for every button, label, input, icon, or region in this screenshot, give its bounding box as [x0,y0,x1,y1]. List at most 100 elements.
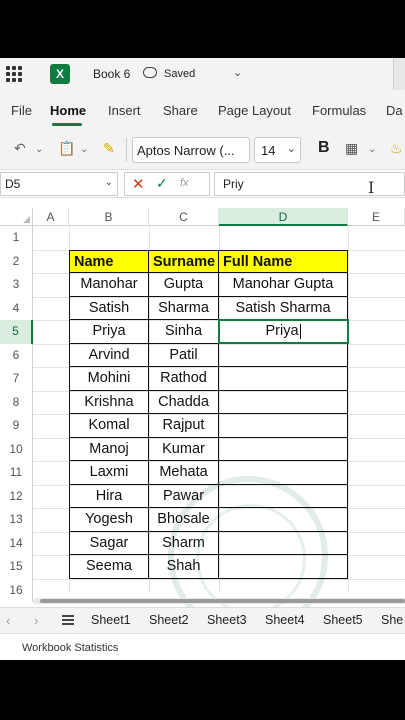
table-cell[interactable] [219,367,348,391]
table-header-cell[interactable]: Name [69,249,149,273]
table-cell[interactable]: Pawar [149,484,219,508]
tab-page-layout[interactable]: Page Layout [218,103,291,118]
row-header-12[interactable]: 12 [0,484,33,508]
row-header-14[interactable]: 14 [0,531,33,555]
table-cell[interactable]: Sharm [149,531,219,555]
table-cell[interactable]: Patil [149,343,219,367]
table-cell[interactable]: Mohini [69,367,149,391]
table-cell[interactable]: Yogesh [69,508,149,532]
table-header-cell[interactable]: Surname [149,249,219,273]
tab-share[interactable]: Share [163,103,198,118]
column-header-e[interactable]: E [348,208,405,226]
name-box[interactable]: D5 ⌄ [0,172,118,196]
table-cell[interactable] [219,461,348,485]
table-cell[interactable]: Seema [69,555,149,579]
insert-function-icon[interactable]: fx [180,177,189,189]
horizontal-scrollbar[interactable] [34,598,405,604]
column-header-a[interactable]: A [33,208,69,226]
row-header-9[interactable]: 9 [0,414,33,438]
table-cell[interactable]: Manohar Gupta [219,273,348,297]
spreadsheet-grid[interactable]: A B C D E 1 2 3 4 5 6 7 8 9 10 11 12 13 14 15 16 Name Su… [0,208,405,636]
table-cell[interactable]: Sharma [149,296,219,320]
workbook-name[interactable]: Book 6 [93,67,130,81]
undo-chevron-icon[interactable]: ⌄ [35,144,43,155]
tab-home[interactable]: Home [50,103,86,118]
row-header-16[interactable]: 16 [0,578,33,602]
table-cell[interactable]: Mehata [149,461,219,485]
chevron-down-icon[interactable]: ⌄ [233,66,242,79]
table-cell[interactable]: Laxmi [69,461,149,485]
table-cell[interactable]: Sinha [149,320,219,344]
cancel-icon[interactable]: ✕ [132,175,145,193]
table-cell[interactable]: Sagar [69,531,149,555]
tab-data[interactable]: Da [386,103,403,118]
table-cell[interactable] [219,390,348,414]
row-header-10[interactable]: 10 [0,437,33,461]
column-header-c[interactable]: C [149,208,219,226]
table-cell[interactable] [219,484,348,508]
row-header-7[interactable]: 7 [0,367,33,391]
paste-icon[interactable]: 📋 [58,140,75,157]
table-cell[interactable]: Bhosale [149,508,219,532]
format-painter-icon[interactable]: ✎ [103,140,115,157]
tab-insert[interactable]: Insert [108,103,141,118]
sheet-tab-sheet5[interactable]: Sheet5 [323,613,363,627]
font-size-select[interactable]: 14 ⌄ [254,137,301,163]
row-header-1[interactable]: 1 [0,226,33,250]
table-cell[interactable]: Rathod [149,367,219,391]
sheet-tab-sheet6[interactable]: She [381,613,403,627]
table-cell[interactable]: Arvind [69,343,149,367]
table-cell[interactable]: Hira [69,484,149,508]
scrollbar-thumb[interactable] [40,599,405,603]
tab-formulas[interactable]: Formulas [312,103,366,118]
undo-icon[interactable]: ↶ [14,140,26,157]
table-cell[interactable]: Rajput [149,414,219,438]
table-header-cell[interactable]: Full Name [219,249,348,273]
confirm-icon[interactable]: ✓ [156,175,168,192]
row-header-13[interactable]: 13 [0,508,33,532]
table-cell[interactable]: Satish Sharma [219,296,348,320]
formula-input[interactable]: Priy [214,172,405,196]
paste-chevron-icon[interactable]: ⌄ [80,144,88,155]
table-cell[interactable] [219,414,348,438]
table-cell[interactable] [219,343,348,367]
font-name-select[interactable]: Aptos Narrow (... [132,137,250,163]
fill-color-icon[interactable]: ♨ [390,140,403,157]
sheet-tab-sheet2[interactable]: Sheet2 [149,613,189,627]
table-cell[interactable]: Kumar [149,437,219,461]
row-header-5[interactable]: 5 [0,320,33,344]
sheet-prev-icon[interactable]: ‹ [6,613,10,628]
sheet-tab-sheet1[interactable]: Sheet1 [91,613,131,627]
table-cell[interactable]: Komal [69,414,149,438]
row-header-15[interactable]: 15 [0,555,33,579]
table-cell[interactable]: Satish [69,296,149,320]
sheet-tab-sheet3[interactable]: Sheet3 [207,613,247,627]
table-cell[interactable]: Manoj [69,437,149,461]
row-header-3[interactable]: 3 [0,273,33,297]
table-cell[interactable] [219,531,348,555]
table-cell[interactable]: Gupta [149,273,219,297]
table-cell[interactable] [219,508,348,532]
sheet-tab-sheet4[interactable]: Sheet4 [265,613,305,627]
borders-icon[interactable]: ▦ [345,140,358,157]
row-header-4[interactable]: 4 [0,296,33,320]
table-cell[interactable] [219,437,348,461]
row-header-11[interactable]: 11 [0,461,33,485]
tab-file[interactable]: File [11,103,32,118]
borders-chevron-icon[interactable]: ⌄ [368,144,376,155]
bold-button[interactable]: B [318,139,330,157]
table-cell[interactable] [219,555,348,579]
workbook-statistics-link[interactable]: Workbook Statistics [22,642,118,654]
column-header-b[interactable]: B [69,208,149,226]
select-all-corner[interactable] [0,208,33,226]
table-cell[interactable]: Chadda [149,390,219,414]
column-header-d[interactable]: D [219,208,348,226]
row-header-8[interactable]: 8 [0,390,33,414]
table-cell[interactable]: Krishna [69,390,149,414]
table-cell[interactable]: Manohar [69,273,149,297]
row-header-6[interactable]: 6 [0,343,33,367]
table-cell[interactable]: Priya [69,320,149,344]
app-launcher-icon[interactable] [6,66,22,82]
sheet-next-icon[interactable]: › [34,613,38,628]
row-header-2[interactable]: 2 [0,249,33,273]
